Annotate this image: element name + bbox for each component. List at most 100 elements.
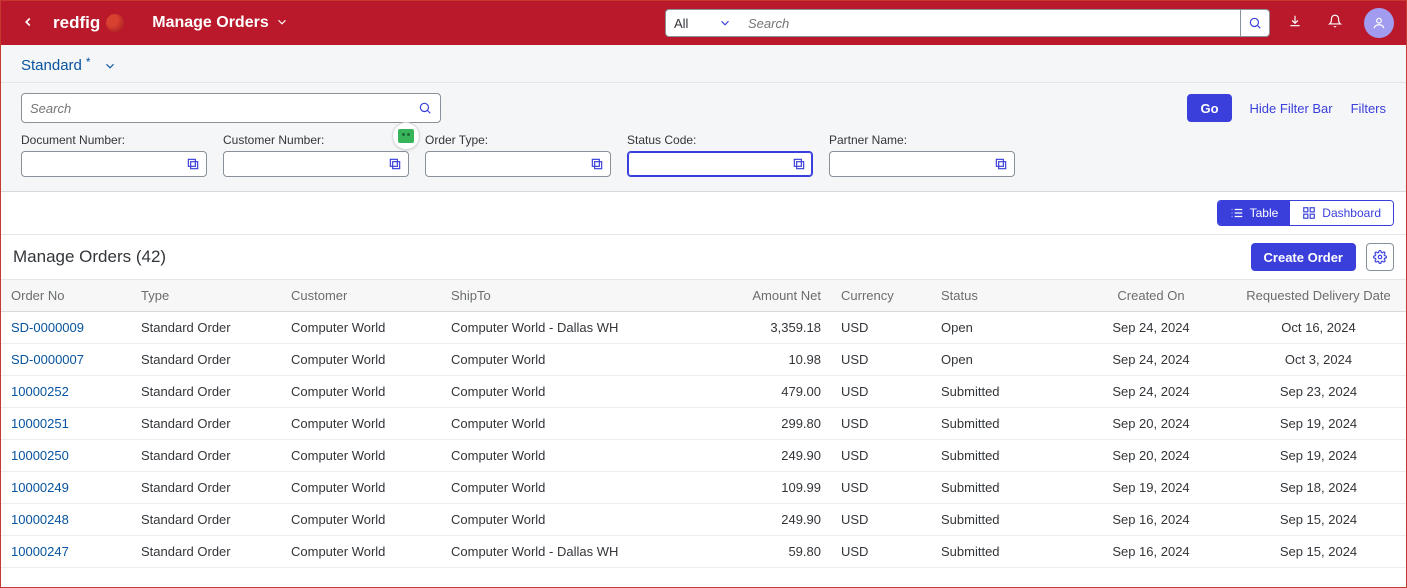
list-icon xyxy=(1230,206,1244,220)
table-settings-button[interactable] xyxy=(1366,243,1394,271)
user-avatar[interactable] xyxy=(1364,8,1394,38)
column-header[interactable]: Created On xyxy=(1071,280,1231,312)
cell-currency: USD xyxy=(831,312,931,344)
variant-selector[interactable]: Standard* xyxy=(21,57,1386,74)
chevron-down-icon xyxy=(275,15,289,32)
table-row[interactable]: 10000252Standard OrderComputer WorldComp… xyxy=(1,376,1406,408)
filter-label: Order Type: xyxy=(425,133,611,147)
view-dashboard-label: Dashboard xyxy=(1322,206,1381,220)
variant-bar: Standard* xyxy=(1,45,1406,83)
search-scope-value: All xyxy=(674,16,688,31)
cell-type: Standard Order xyxy=(131,344,281,376)
filter-search-input[interactable] xyxy=(30,101,418,116)
column-header[interactable]: Requested Delivery Date xyxy=(1231,280,1406,312)
cell-created: Sep 20, 2024 xyxy=(1071,440,1231,472)
column-header[interactable]: Currency xyxy=(831,280,931,312)
column-header[interactable]: Status xyxy=(931,280,1071,312)
page-title-dropdown[interactable]: Manage Orders xyxy=(152,14,288,32)
table-row[interactable]: 10000251Standard OrderComputer WorldComp… xyxy=(1,408,1406,440)
cell-type: Standard Order xyxy=(131,312,281,344)
cell-currency: USD xyxy=(831,472,931,504)
filter-input[interactable] xyxy=(223,151,409,177)
cell-type: Standard Order xyxy=(131,440,281,472)
order-link[interactable]: 10000251 xyxy=(1,408,131,440)
cell-currency: USD xyxy=(831,376,931,408)
global-search-button[interactable] xyxy=(1240,9,1270,37)
cell-status: Submitted xyxy=(931,408,1071,440)
order-link[interactable]: 10000250 xyxy=(1,440,131,472)
cell-type: Standard Order xyxy=(131,504,281,536)
cell-currency: USD xyxy=(831,344,931,376)
table-row[interactable]: SD-0000007Standard OrderComputer WorldCo… xyxy=(1,344,1406,376)
filter-input[interactable] xyxy=(829,151,1015,177)
value-help-icon xyxy=(388,157,402,171)
search-scope-select[interactable]: All xyxy=(665,9,740,37)
back-button[interactable] xyxy=(13,13,43,34)
order-link[interactable]: 10000248 xyxy=(1,504,131,536)
column-header[interactable]: Type xyxy=(131,280,281,312)
notifications-button[interactable] xyxy=(1320,14,1350,33)
cell-requested: Sep 15, 2024 xyxy=(1231,504,1406,536)
filter-input[interactable] xyxy=(627,151,813,177)
order-link[interactable]: SD-0000009 xyxy=(1,312,131,344)
cell-amount: 10.98 xyxy=(731,344,831,376)
order-link[interactable]: 10000247 xyxy=(1,536,131,568)
filter-input[interactable] xyxy=(21,151,207,177)
column-header[interactable]: Amount Net xyxy=(731,280,831,312)
cell-customer: Computer World xyxy=(281,440,441,472)
view-table-button[interactable]: Table xyxy=(1218,201,1291,225)
cell-amount: 109.99 xyxy=(731,472,831,504)
cell-created: Sep 16, 2024 xyxy=(1071,536,1231,568)
create-order-button[interactable]: Create Order xyxy=(1251,243,1356,271)
go-button[interactable]: Go xyxy=(1187,94,1231,122)
bell-icon xyxy=(1328,14,1342,28)
cell-requested: Sep 23, 2024 xyxy=(1231,376,1406,408)
chevron-down-icon xyxy=(103,59,117,73)
filter-bar: Go Hide Filter Bar Filters Document Numb… xyxy=(1,83,1406,192)
order-link[interactable]: SD-0000007 xyxy=(1,344,131,376)
cell-status: Submitted xyxy=(931,504,1071,536)
cell-shipto: Computer World xyxy=(441,344,731,376)
table-row[interactable]: 10000250Standard OrderComputer WorldComp… xyxy=(1,440,1406,472)
cell-amount: 59.80 xyxy=(731,536,831,568)
column-header[interactable]: Order No xyxy=(1,280,131,312)
hide-filter-bar-link[interactable]: Hide Filter Bar xyxy=(1250,101,1333,116)
cell-status: Submitted xyxy=(931,536,1071,568)
table-row[interactable]: SD-0000009Standard OrderComputer WorldCo… xyxy=(1,312,1406,344)
value-help-icon xyxy=(994,157,1008,171)
brand-text: redfig xyxy=(53,13,100,33)
view-table-label: Table xyxy=(1250,206,1279,220)
filter-label: Status Code: xyxy=(627,133,813,147)
cell-customer: Computer World xyxy=(281,536,441,568)
global-search-input[interactable] xyxy=(740,9,1240,37)
order-link[interactable]: 10000249 xyxy=(1,472,131,504)
table-row[interactable]: 10000247Standard OrderComputer WorldComp… xyxy=(1,536,1406,568)
cell-currency: USD xyxy=(831,536,931,568)
cell-status: Open xyxy=(931,312,1071,344)
cell-shipto: Computer World xyxy=(441,504,731,536)
extension-badge[interactable] xyxy=(393,123,419,149)
brand-logo[interactable]: redfig xyxy=(53,13,124,33)
table-row[interactable]: 10000249Standard OrderComputer WorldComp… xyxy=(1,472,1406,504)
orders-table: Order NoTypeCustomerShipToAmount NetCurr… xyxy=(1,279,1406,568)
filter-label: Partner Name: xyxy=(829,133,1015,147)
value-help-icon xyxy=(186,157,200,171)
cell-status: Submitted xyxy=(931,472,1071,504)
view-dashboard-button[interactable]: Dashboard xyxy=(1290,201,1393,225)
column-header[interactable]: Customer xyxy=(281,280,441,312)
filter-input[interactable] xyxy=(425,151,611,177)
cell-type: Standard Order xyxy=(131,376,281,408)
cell-created: Sep 24, 2024 xyxy=(1071,376,1231,408)
column-header[interactable]: ShipTo xyxy=(441,280,731,312)
cell-requested: Sep 18, 2024 xyxy=(1231,472,1406,504)
order-link[interactable]: 10000252 xyxy=(1,376,131,408)
cell-amount: 479.00 xyxy=(731,376,831,408)
download-button[interactable] xyxy=(1280,14,1310,33)
cell-customer: Computer World xyxy=(281,408,441,440)
variant-modified-indicator: * xyxy=(86,55,91,69)
table-row[interactable]: 10000248Standard OrderComputer WorldComp… xyxy=(1,504,1406,536)
download-icon xyxy=(1288,14,1302,28)
filter-search[interactable] xyxy=(21,93,441,123)
filters-link[interactable]: Filters xyxy=(1351,101,1386,116)
cell-created: Sep 20, 2024 xyxy=(1071,408,1231,440)
